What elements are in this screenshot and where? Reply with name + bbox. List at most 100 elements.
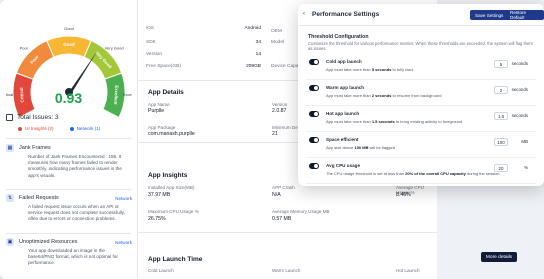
threshold-config-title: Threshold Configuration <box>308 34 369 40</box>
threshold-input[interactable]: 2 <box>494 86 508 94</box>
divider <box>6 189 131 190</box>
threshold-desc: App must take more than 1.5 seconds to b… <box>326 119 462 124</box>
threshold-toggle[interactable] <box>309 85 319 91</box>
desc-value: 2 seconds <box>371 93 392 98</box>
minimum-value: 21 <box>272 131 278 137</box>
issue-title: Jank Frames <box>19 145 51 151</box>
gauge-segment-label: Good <box>63 42 75 47</box>
gauge-outer-label: Poor <box>20 46 29 51</box>
threshold-name: Hot app launch <box>326 111 360 116</box>
device-value: 34 <box>255 40 261 45</box>
gauge-outer-label: Very Good <box>105 46 124 51</box>
metric-value: 37.97 MB <box>148 192 171 198</box>
issue-card-failed-requests[interactable]: ⇅ Failed Requests Network A failed reque… <box>6 194 132 223</box>
metric-label: APP Crash <box>272 185 295 190</box>
device-key: SDK <box>146 40 156 45</box>
threshold-name: Warm app launch <box>326 85 365 90</box>
ui-insights-filter[interactable]: UI Insights (2) <box>18 126 54 131</box>
threshold-toggle[interactable] <box>309 111 319 117</box>
jank-icon: ▦ <box>6 144 14 152</box>
total-issues: Total Issues: 3 <box>6 114 59 121</box>
app-name-label: App Name <box>148 102 170 107</box>
issue-card-unoptimized-resources[interactable]: ▣ Unoptimized Resources Network Your app… <box>6 238 132 267</box>
request-icon: ⇅ <box>6 194 14 202</box>
more-details-button[interactable]: More details <box>481 252 517 262</box>
issue-body: Your app downloaded an image in the base… <box>28 248 118 266</box>
divider <box>6 138 131 139</box>
threshold-input[interactable]: 1.5 <box>494 112 508 120</box>
issue-tag: Network <box>115 239 132 245</box>
ui-dot-icon <box>18 126 22 131</box>
threshold-row: Hot app launch App must take more than 1.… <box>306 108 536 132</box>
desc-text: App must take more than <box>326 119 372 124</box>
desc-text: The CPU usage threshold is set at less t… <box>326 171 406 176</box>
issue-tag: Network <box>115 195 132 201</box>
network-filter[interactable]: Network (1) <box>69 126 101 131</box>
desc-value: 5 seconds <box>371 67 392 72</box>
device-value: 209GB <box>246 64 261 69</box>
row-divider <box>306 157 536 158</box>
threshold-config-desc: Customize the threshold for various perf… <box>308 41 533 51</box>
app-package-value: com.manash.purplle <box>148 131 195 137</box>
threshold-name: Cold app launch <box>326 59 362 64</box>
performance-score: 0.93 <box>54 90 83 106</box>
issue-filters: UI Insights (2) Network (1) <box>18 126 100 131</box>
metric-value: N/A <box>272 192 281 198</box>
performance-settings-dialog: ‹ Performance Settings Save Settings Res… <box>298 4 544 186</box>
performance-score-panel: CriticalCriticalPoorPoorGoodGoodVery Goo… <box>0 0 137 279</box>
network-label: Network (1) <box>76 126 101 131</box>
metric-label: Average Memory Usage MB <box>272 209 330 214</box>
threshold-row: Space efficient App size above 100 MB wil… <box>306 134 536 158</box>
threshold-input[interactable]: 100 <box>494 138 508 146</box>
threshold-desc: App must take more than 5 seconds to ful… <box>326 67 413 72</box>
desc-text: to fully load <box>391 67 413 72</box>
metric-value: 26.75% <box>148 216 166 222</box>
threshold-input[interactable]: 5 <box>494 60 508 68</box>
issue-card-jank[interactable]: ▦ Jank Frames Number of Jank Frames Enco… <box>6 144 132 179</box>
device-key: Model <box>271 40 285 45</box>
back-icon[interactable]: ‹ <box>303 11 305 17</box>
version-value: 2.0.87 <box>272 108 287 114</box>
issue-body: A failed request issue occurs when an AP… <box>28 204 125 222</box>
threshold-desc: App size above 100 MB will be flagged <box>326 145 395 150</box>
desc-text: will be flagged <box>368 145 395 150</box>
desc-value: 1.5 seconds <box>371 119 395 124</box>
total-issues-label: Total Issues: 3 <box>17 114 59 121</box>
threshold-unit: MB <box>521 139 528 144</box>
row-divider <box>306 131 536 132</box>
app-details-title: App Details <box>148 89 184 96</box>
issue-body: Number of Jank Frames Encountered : 159.… <box>28 154 122 178</box>
desc-text: to resume from background <box>391 93 442 98</box>
metric-label: Maximum CPU Usage % <box>148 209 199 214</box>
threshold-name: Space efficient <box>326 137 359 142</box>
threshold-unit: seconds <box>511 61 528 66</box>
threshold-row: Warm app launch App must take more than 2… <box>306 82 536 106</box>
metric-value: 8.46% <box>396 192 411 198</box>
desc-text: App must take more than <box>326 93 372 98</box>
app-name-value: Purplle <box>148 108 165 114</box>
desc-text: to bring existing activity to foreground <box>394 119 463 124</box>
app-package-label: App Package <box>148 125 176 130</box>
settings-header: ‹ Performance Settings Save Settings Res… <box>298 4 544 26</box>
section-divider <box>138 232 437 233</box>
hot-launch-label: Hot Launch <box>396 268 420 273</box>
cold-launch-label: Cold Launch <box>148 268 174 273</box>
settings-title: Performance Settings <box>312 11 380 18</box>
device-key: Version <box>146 52 162 57</box>
threshold-unit: % <box>524 165 528 170</box>
threshold-toggle[interactable] <box>309 137 319 143</box>
restore-default-button[interactable]: Restore Default <box>505 10 544 20</box>
threshold-row: Cold app launch App must take more than 5… <box>306 56 536 80</box>
desc-value: 100 MB <box>354 145 369 150</box>
row-divider <box>306 183 536 184</box>
list-icon <box>6 114 13 121</box>
threshold-toggle[interactable] <box>309 59 319 65</box>
image-icon: ▣ <box>6 238 14 246</box>
threshold-toggle[interactable] <box>309 163 319 169</box>
metric-label: Installed App Size(MB) <box>148 185 195 190</box>
ui-insights-label: UI Insights (2) <box>25 126 54 131</box>
threshold-input[interactable]: 20 <box>494 164 508 172</box>
desc-value: 20% of the overall CPU capacity <box>405 171 466 176</box>
save-settings-button[interactable]: Save Settings <box>470 10 509 20</box>
row-divider <box>306 105 536 106</box>
